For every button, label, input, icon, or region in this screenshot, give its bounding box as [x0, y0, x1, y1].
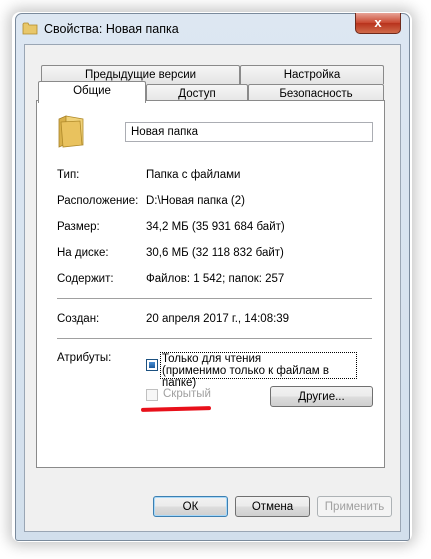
- contains-value: Файлов: 1 542; папок: 257: [146, 273, 285, 285]
- tab-general[interactable]: Общие: [38, 81, 146, 103]
- readonly-label-line1: Только для чтения: [162, 353, 262, 365]
- tab-label: Настройка: [283, 69, 341, 81]
- folder-icon: [22, 22, 38, 35]
- type-label: Тип:: [57, 169, 80, 181]
- window-title: Свойства: Новая папка: [44, 22, 179, 36]
- separator: [57, 298, 372, 299]
- hidden-label[interactable]: Скрытый: [163, 388, 211, 400]
- contains-label: Содержит:: [57, 273, 114, 285]
- disk-size-value: 30,6 МБ (32 118 832 байт): [146, 247, 284, 259]
- location-label: Расположение:: [57, 195, 139, 207]
- close-button[interactable]: x: [355, 13, 401, 34]
- close-icon: x: [374, 15, 382, 30]
- tab-label: Безопасность: [279, 88, 353, 100]
- readonly-label[interactable]: Только для чтения (применимо только к фа…: [160, 352, 357, 389]
- tab-customize[interactable]: Настройка: [240, 65, 384, 84]
- attributes-label: Атрибуты:: [57, 352, 112, 364]
- created-value: 20 апреля 2017 г., 14:08:39: [146, 313, 290, 325]
- type-value: Папка с файлами: [146, 169, 241, 181]
- separator: [57, 338, 372, 339]
- title-bar[interactable]: Свойства: Новая папка x: [16, 13, 409, 44]
- location-value: D:\Новая папка (2): [146, 195, 245, 207]
- apply-button[interactable]: Применить: [317, 496, 392, 517]
- created-label: Создан:: [57, 313, 100, 325]
- tab-label: Общие: [73, 85, 111, 97]
- size-label: Размер:: [57, 221, 100, 233]
- ok-button[interactable]: ОК: [153, 496, 228, 517]
- size-value: 34,2 МБ (35 931 684 байт): [146, 221, 285, 233]
- folder-name-input[interactable]: [125, 122, 373, 142]
- disk-size-label: На диске:: [57, 247, 109, 259]
- readonly-checkbox[interactable]: [146, 359, 158, 371]
- large-folder-icon: [58, 115, 84, 148]
- hidden-checkbox[interactable]: [146, 389, 158, 401]
- tab-label: Доступ: [178, 88, 216, 100]
- tab-label: Предыдущие версии: [84, 69, 197, 81]
- cancel-button[interactable]: Отмена: [235, 496, 310, 517]
- advanced-attributes-button[interactable]: Другие...: [270, 386, 373, 407]
